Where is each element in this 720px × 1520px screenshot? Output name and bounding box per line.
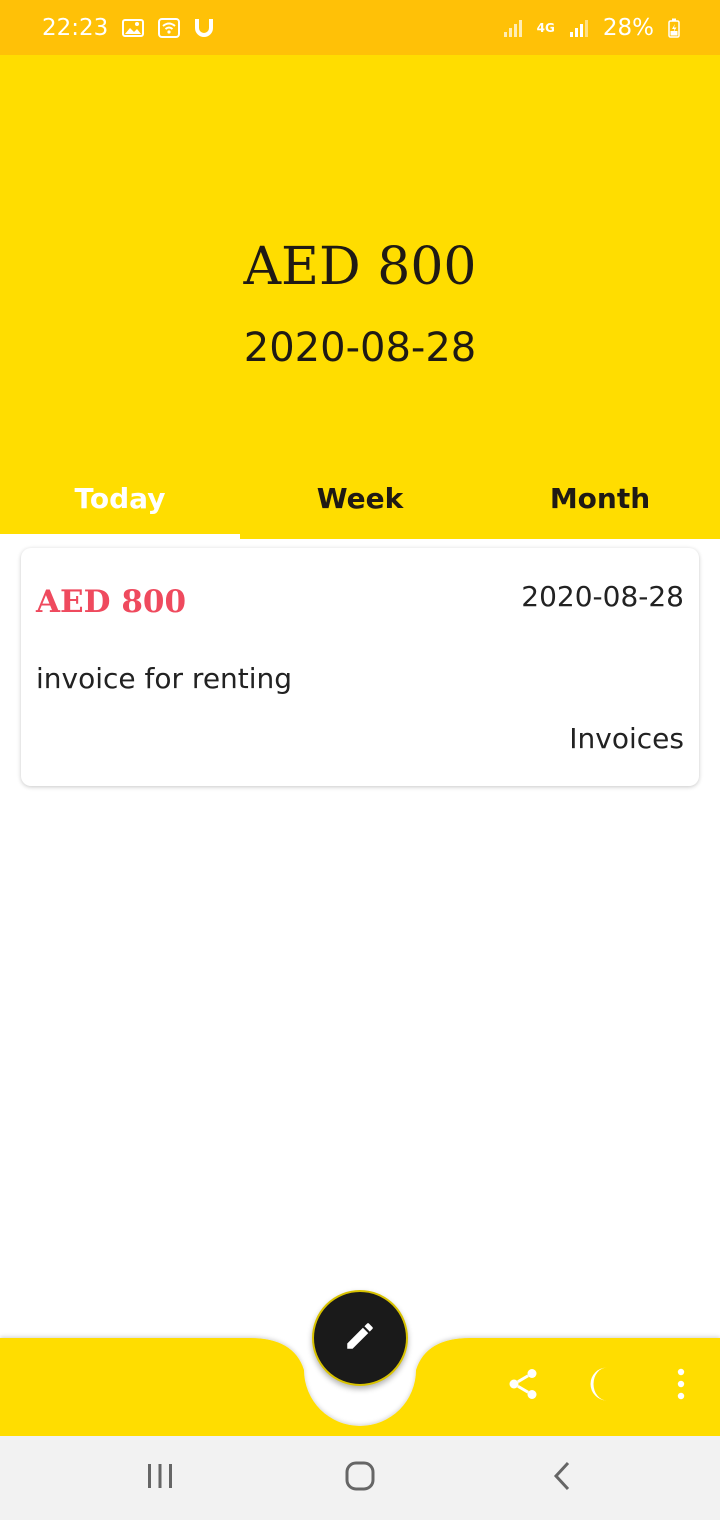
- summary-header: AED 800 2020-08-28 Today Week Month: [0, 55, 720, 539]
- battery-charging-icon: [668, 18, 680, 38]
- tab-month[interactable]: Month: [480, 467, 720, 539]
- entry-description: invoice for renting: [36, 662, 293, 695]
- system-nav-bar: [0, 1436, 720, 1520]
- edit-fab[interactable]: [312, 1290, 408, 1386]
- tab-week[interactable]: Week: [240, 467, 480, 539]
- back-button[interactable]: [522, 1436, 602, 1520]
- recent-apps-icon: [146, 1463, 174, 1494]
- total-amount: AED 800: [243, 237, 477, 297]
- home-button[interactable]: [320, 1436, 400, 1520]
- share-icon: [505, 1365, 541, 1408]
- entry-amount: AED 800: [36, 584, 187, 620]
- period-tabs: Today Week Month: [0, 467, 720, 539]
- wifi-icon: [158, 17, 181, 38]
- header-date: 2020-08-28: [243, 325, 477, 371]
- signal-icon: [569, 18, 589, 38]
- entry-category: Invoices: [569, 722, 684, 755]
- back-icon: [552, 1461, 572, 1496]
- status-bar: 22:23 4G 28%: [0, 0, 720, 55]
- magnet-icon: [194, 17, 214, 39]
- tab-today[interactable]: Today: [0, 467, 240, 539]
- pencil-icon: [343, 1319, 377, 1358]
- home-icon: [345, 1461, 375, 1496]
- recent-apps-button[interactable]: [120, 1436, 200, 1520]
- entry-date: 2020-08-28: [521, 580, 684, 613]
- more-vertical-icon: [676, 1368, 686, 1405]
- gallery-icon: [122, 18, 145, 37]
- network-type: 4G: [536, 20, 555, 35]
- moon-icon: [586, 1366, 616, 1407]
- share-button[interactable]: [498, 1360, 548, 1412]
- status-time: 22:23: [42, 14, 109, 41]
- status-left: 22:23: [42, 15, 214, 41]
- signal-icon: [503, 18, 523, 38]
- entry-card[interactable]: AED 800 2020-08-28 invoice for renting I…: [21, 548, 699, 786]
- battery-percent: 28%: [602, 14, 654, 41]
- dark-mode-button[interactable]: [576, 1360, 626, 1412]
- status-right: 4G 28%: [503, 15, 680, 41]
- more-options-button[interactable]: [656, 1360, 706, 1412]
